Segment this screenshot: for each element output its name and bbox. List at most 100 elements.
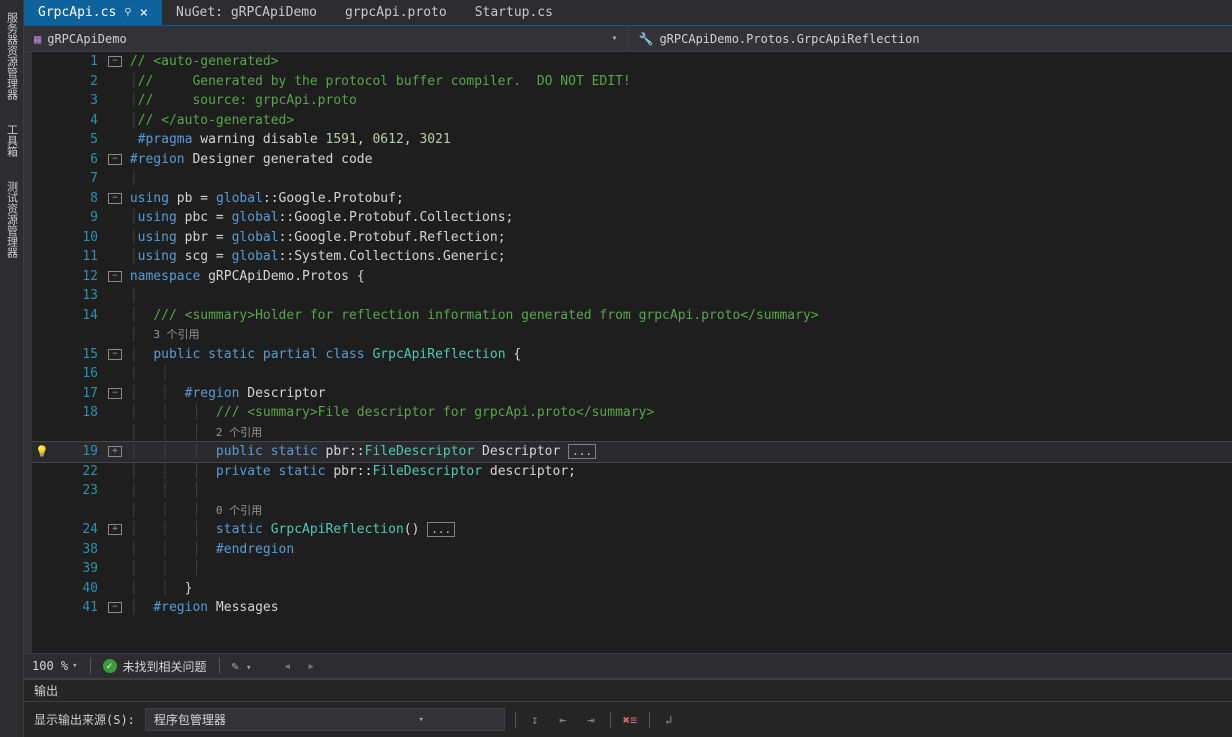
code-line[interactable]: 1− // <auto-generated> <box>32 52 1232 72</box>
tab-grpcapi-proto[interactable]: grpcApi.proto <box>331 0 461 25</box>
nav-left-icon[interactable]: ◂ <box>283 659 291 674</box>
code-line[interactable]: 17− │ │ #region Descriptor <box>32 384 1232 404</box>
line-number: 24 <box>52 520 108 540</box>
code-line[interactable]: 23 │ │ │ <box>32 481 1232 501</box>
fold-collapse-icon[interactable]: − <box>108 349 122 360</box>
line-number: 1 <box>52 52 108 72</box>
main-area: GrpcApi.cs ⚲ × NuGet: gRPCApiDemo grpcAp… <box>24 0 1232 737</box>
tab-grpcapi-cs[interactable]: GrpcApi.cs ⚲ × <box>24 0 162 25</box>
clear-all-icon[interactable]: ✖≡ <box>621 713 639 727</box>
next-message-icon[interactable]: ⇥ <box>582 713 600 727</box>
indent-guides: │ <box>122 111 138 131</box>
code-line[interactable]: 8− using pb = global::Google.Protobuf; <box>32 189 1232 209</box>
codelens-references[interactable]: 3 个引用 <box>153 325 199 345</box>
pin-icon[interactable]: ⚲ <box>124 7 131 18</box>
fold-collapse-icon[interactable]: − <box>108 56 122 67</box>
code-line[interactable]: 12− namespace gRPCApiDemo.Protos { <box>32 267 1232 287</box>
indent-guides: │ <box>122 91 138 111</box>
issues-text: 未找到相关问题 <box>123 658 207 675</box>
code-line[interactable]: 4 │// </auto-generated> <box>32 111 1232 131</box>
code-line[interactable]: 16 │ │ <box>32 364 1232 384</box>
fold-expand-icon[interactable]: + <box>108 446 122 457</box>
code-content: #endregion <box>216 540 294 560</box>
nav-right-icon[interactable]: ▸ <box>307 659 315 674</box>
code-content: public static partial class GrpcApiRefle… <box>153 345 521 365</box>
prev-message-icon[interactable]: ⇤ <box>554 713 572 727</box>
close-icon[interactable]: × <box>140 6 148 20</box>
output-header[interactable]: 输出 <box>24 680 1232 702</box>
indent-guides: │ <box>122 598 153 618</box>
code-line[interactable]: 7 │ <box>32 169 1232 189</box>
code-line[interactable]: 18 │ │ │ /// <summary>File descriptor fo… <box>32 403 1232 423</box>
goto-message-icon[interactable]: ↧ <box>526 713 544 727</box>
indent-guides: │ │ │ <box>122 540 216 560</box>
code-editor[interactable]: 1− // <auto-generated>2 │// Generated by… <box>32 52 1232 653</box>
fold-expand-icon[interactable]: + <box>108 524 122 535</box>
code-line[interactable]: │ 3 个引用 <box>32 325 1232 345</box>
indent-guides: │ │ │ <box>122 403 216 423</box>
context-project-dropdown[interactable]: ▦ gRPCApiDemo ▾ <box>24 26 629 51</box>
code-line[interactable]: 24+ │ │ │ static GrpcApiReflection() ... <box>32 520 1232 540</box>
indent-guides: │ │ │ <box>122 520 216 540</box>
indent-guides: │ │ │ <box>122 462 216 482</box>
code-line[interactable]: 3 │// source: grpcApi.proto <box>32 91 1232 111</box>
code-line[interactable]: 39 │ │ │ <box>32 559 1232 579</box>
fold-collapse-icon[interactable]: − <box>108 602 122 613</box>
tab-startup-cs[interactable]: Startup.cs <box>461 0 567 25</box>
context-type-dropdown[interactable]: 🔧 gRPCApiDemo.Protos.GrpcApiReflection <box>629 26 1232 51</box>
indent-guides: │ │ │ <box>122 501 216 521</box>
code-line[interactable]: 40 │ │ } <box>32 579 1232 599</box>
indent-guides: │ <box>122 72 138 92</box>
codelens-references[interactable]: 0 个引用 <box>216 501 262 521</box>
csharp-project-icon: ▦ <box>34 32 41 46</box>
fold-collapse-icon[interactable]: − <box>108 388 122 399</box>
output-toolbar: 显示输出来源(S): 程序包管理器 ▾ ↧ ⇤ ⇥ ✖≡ ↲ <box>24 702 1232 737</box>
code-line[interactable]: 11 │using scg = global::System.Collectio… <box>32 247 1232 267</box>
line-number: 19 <box>52 442 108 462</box>
side-tab-server-explorer[interactable]: 服务器资源管理器 <box>2 4 22 108</box>
side-tab-toolbox[interactable]: 工具箱 <box>2 116 22 165</box>
divider <box>219 658 220 674</box>
code-line[interactable]: 5 #pragma warning disable 1591, 0612, 30… <box>32 130 1232 150</box>
codelens-references[interactable]: 2 个引用 <box>216 423 262 443</box>
code-line[interactable]: 38 │ │ │ #endregion <box>32 540 1232 560</box>
indent-guides: │ │ │ <box>122 481 200 501</box>
code-line[interactable]: 22 │ │ │ private static pbr::FileDescrip… <box>32 462 1232 482</box>
line-number: 2 <box>52 72 108 92</box>
issues-status[interactable]: ✓ 未找到相关问题 <box>103 658 207 675</box>
side-tab-test-explorer[interactable]: 测试资源管理器 <box>2 173 22 266</box>
class-icon: 🔧 <box>639 32 654 46</box>
code-line[interactable]: 9 │using pbc = global::Google.Protobuf.C… <box>32 208 1232 228</box>
line-number: 41 <box>52 598 108 618</box>
code-line[interactable]: 10 │using pbr = global::Google.Protobuf.… <box>32 228 1232 248</box>
context-project-text: gRPCApiDemo <box>47 32 126 46</box>
line-number: 11 <box>52 247 108 267</box>
code-line[interactable]: │ │ │ 0 个引用 <box>32 501 1232 521</box>
line-number: 15 <box>52 345 108 365</box>
word-wrap-icon[interactable]: ↲ <box>660 713 678 727</box>
code-line[interactable]: 6− #region Designer generated code <box>32 150 1232 170</box>
lightbulb-icon[interactable]: 💡 <box>32 442 52 462</box>
indent-guides: │ <box>122 247 138 267</box>
tab-nuget[interactable]: NuGet: gRPCApiDemo <box>162 0 331 25</box>
zoom-dropdown[interactable]: 100 % ▾ <box>32 659 78 673</box>
code-line[interactable]: 2 │// Generated by the protocol buffer c… <box>32 72 1232 92</box>
code-content: using pbc = global::Google.Protobuf.Coll… <box>138 208 514 228</box>
fold-collapse-icon[interactable]: − <box>108 193 122 204</box>
code-line[interactable]: │ │ │ 2 个引用 <box>32 423 1232 443</box>
code-line[interactable]: 14 │ /// <summary>Holder for reflection … <box>32 306 1232 326</box>
fold-margin <box>108 217 122 219</box>
brush-icon[interactable]: ✎ ▾ <box>232 659 252 673</box>
code-line[interactable]: 41− │ #region Messages <box>32 598 1232 618</box>
code-line[interactable]: 15− │ public static partial class GrpcAp… <box>32 345 1232 365</box>
line-number: 12 <box>52 267 108 287</box>
fold-collapse-icon[interactable]: − <box>108 154 122 165</box>
output-source-dropdown[interactable]: 程序包管理器 ▾ <box>145 708 505 731</box>
code-content: public static pbr::FileDescriptor Descri… <box>216 442 596 462</box>
code-line[interactable]: 13 │ <box>32 286 1232 306</box>
fold-collapse-icon[interactable]: − <box>108 271 122 282</box>
indent-guides: │ │ <box>122 579 185 599</box>
tab-bar: GrpcApi.cs ⚲ × NuGet: gRPCApiDemo grpcAp… <box>24 0 1232 26</box>
line-number: 16 <box>52 364 108 384</box>
code-line[interactable]: 💡19+ │ │ │ public static pbr::FileDescri… <box>32 442 1232 462</box>
